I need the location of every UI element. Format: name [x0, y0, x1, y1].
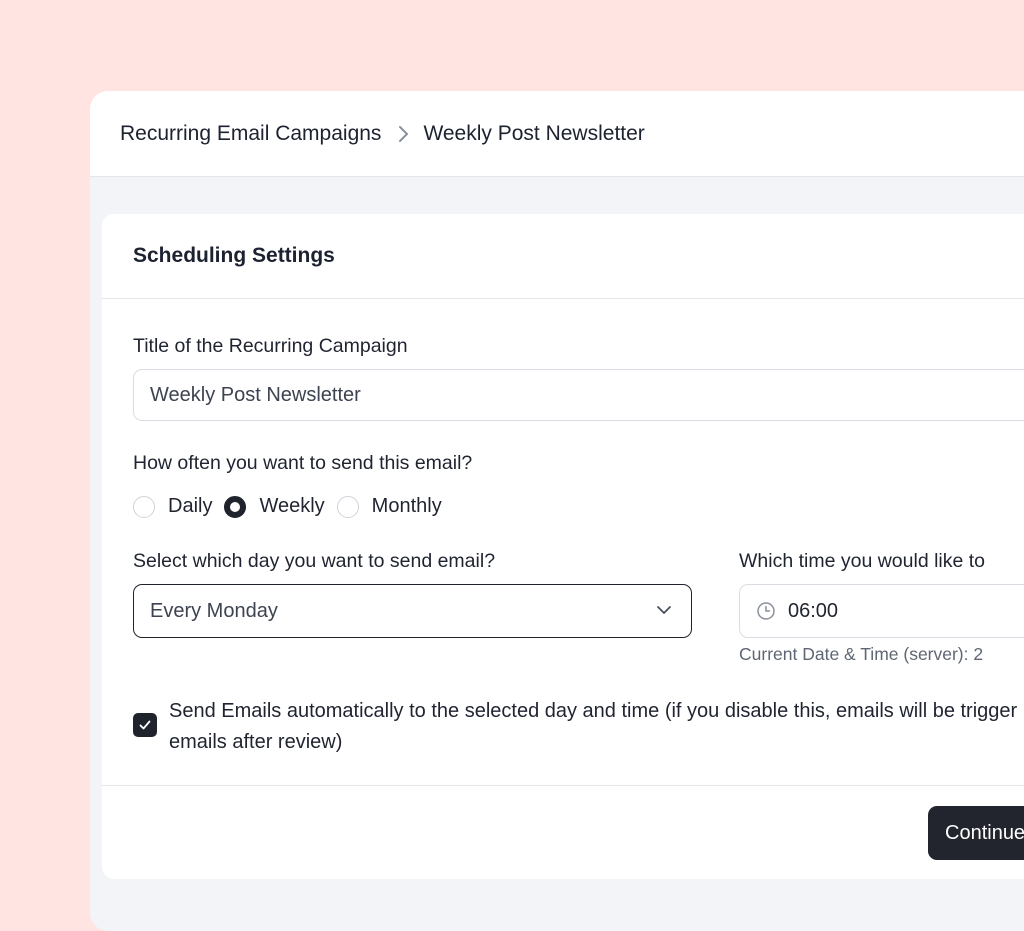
radio-daily-label: Daily: [168, 495, 213, 517]
frequency-option-daily[interactable]: Daily: [133, 495, 212, 518]
radio-monthly[interactable]: [336, 495, 359, 518]
radio-weekly[interactable]: [224, 495, 247, 518]
campaign-title-input[interactable]: [133, 369, 1024, 421]
auto-send-label[interactable]: Send Emails automatically to the selecte…: [169, 696, 1024, 758]
chevron-down-icon: [655, 601, 673, 625]
card-title: Scheduling Settings: [102, 214, 1024, 299]
send-day-value: Every Monday: [150, 599, 278, 622]
server-datetime-hint: Current Date & Time (server): 2: [739, 644, 984, 664]
radio-weekly-label: Weekly: [259, 495, 325, 517]
send-day-select[interactable]: Every Monday: [133, 584, 692, 638]
send-time-value: 06:00: [788, 599, 839, 622]
send-day-label: Select which day you want to send email?: [133, 550, 496, 572]
breadcrumb-parent-link[interactable]: Recurring Email Campaigns: [120, 122, 381, 146]
card-footer-divider: [102, 785, 1024, 786]
send-time-label: Which time you would like to: [739, 550, 986, 572]
campaign-title-label: Title of the Recurring Campaign: [133, 335, 408, 357]
scheduling-settings-card: Scheduling Settings Title of the Recurri…: [102, 214, 1024, 879]
frequency-radio-group: Daily Weekly Monthly: [133, 495, 454, 518]
radio-daily[interactable]: [133, 495, 155, 518]
chevron-right-icon: [397, 125, 409, 143]
app-window: Recurring Email Campaigns Weekly Post Ne…: [90, 91, 1024, 931]
frequency-option-weekly[interactable]: Weekly: [224, 495, 325, 518]
check-icon: [139, 720, 151, 730]
radio-monthly-label: Monthly: [371, 495, 442, 517]
breadcrumb-current: Weekly Post Newsletter: [423, 121, 645, 145]
frequency-label: How often you want to send this email?: [133, 452, 473, 474]
auto-send-checkbox[interactable]: [133, 713, 157, 737]
breadcrumb: Recurring Email Campaigns Weekly Post Ne…: [90, 91, 1024, 177]
clock-icon: [756, 601, 776, 621]
send-time-input[interactable]: 06:00: [739, 584, 1024, 638]
continue-button[interactable]: Continue: [928, 806, 1024, 860]
frequency-option-monthly[interactable]: Monthly: [336, 495, 442, 518]
